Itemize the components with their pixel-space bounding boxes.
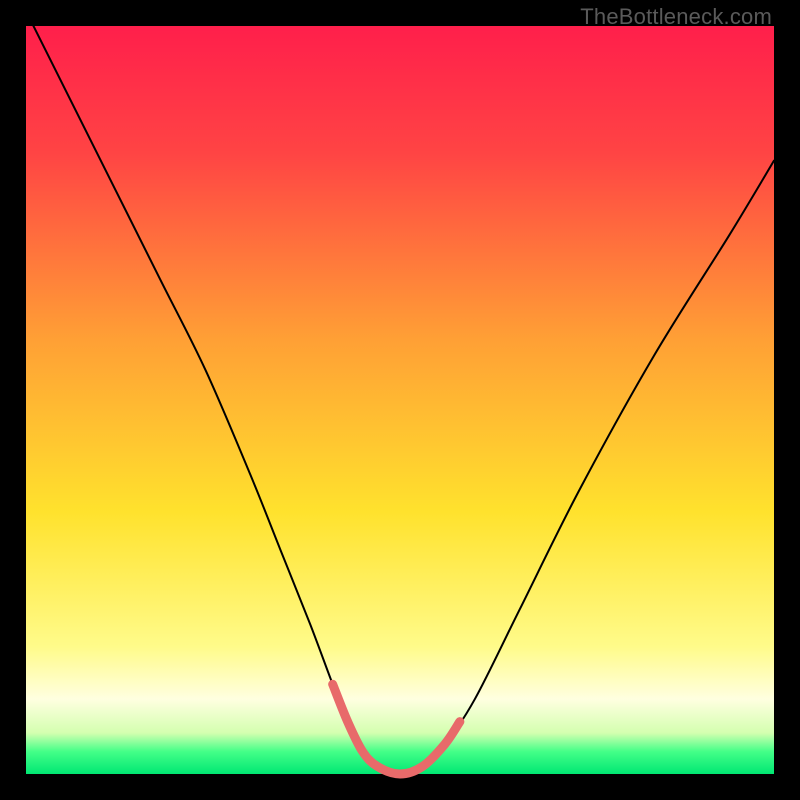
watermark-text: TheBottleneck.com	[580, 4, 772, 30]
bottleneck-curve	[26, 11, 774, 774]
sweet-spot-highlight	[333, 684, 460, 774]
chart-frame: TheBottleneck.com	[0, 0, 800, 800]
chart-svg	[26, 26, 774, 774]
